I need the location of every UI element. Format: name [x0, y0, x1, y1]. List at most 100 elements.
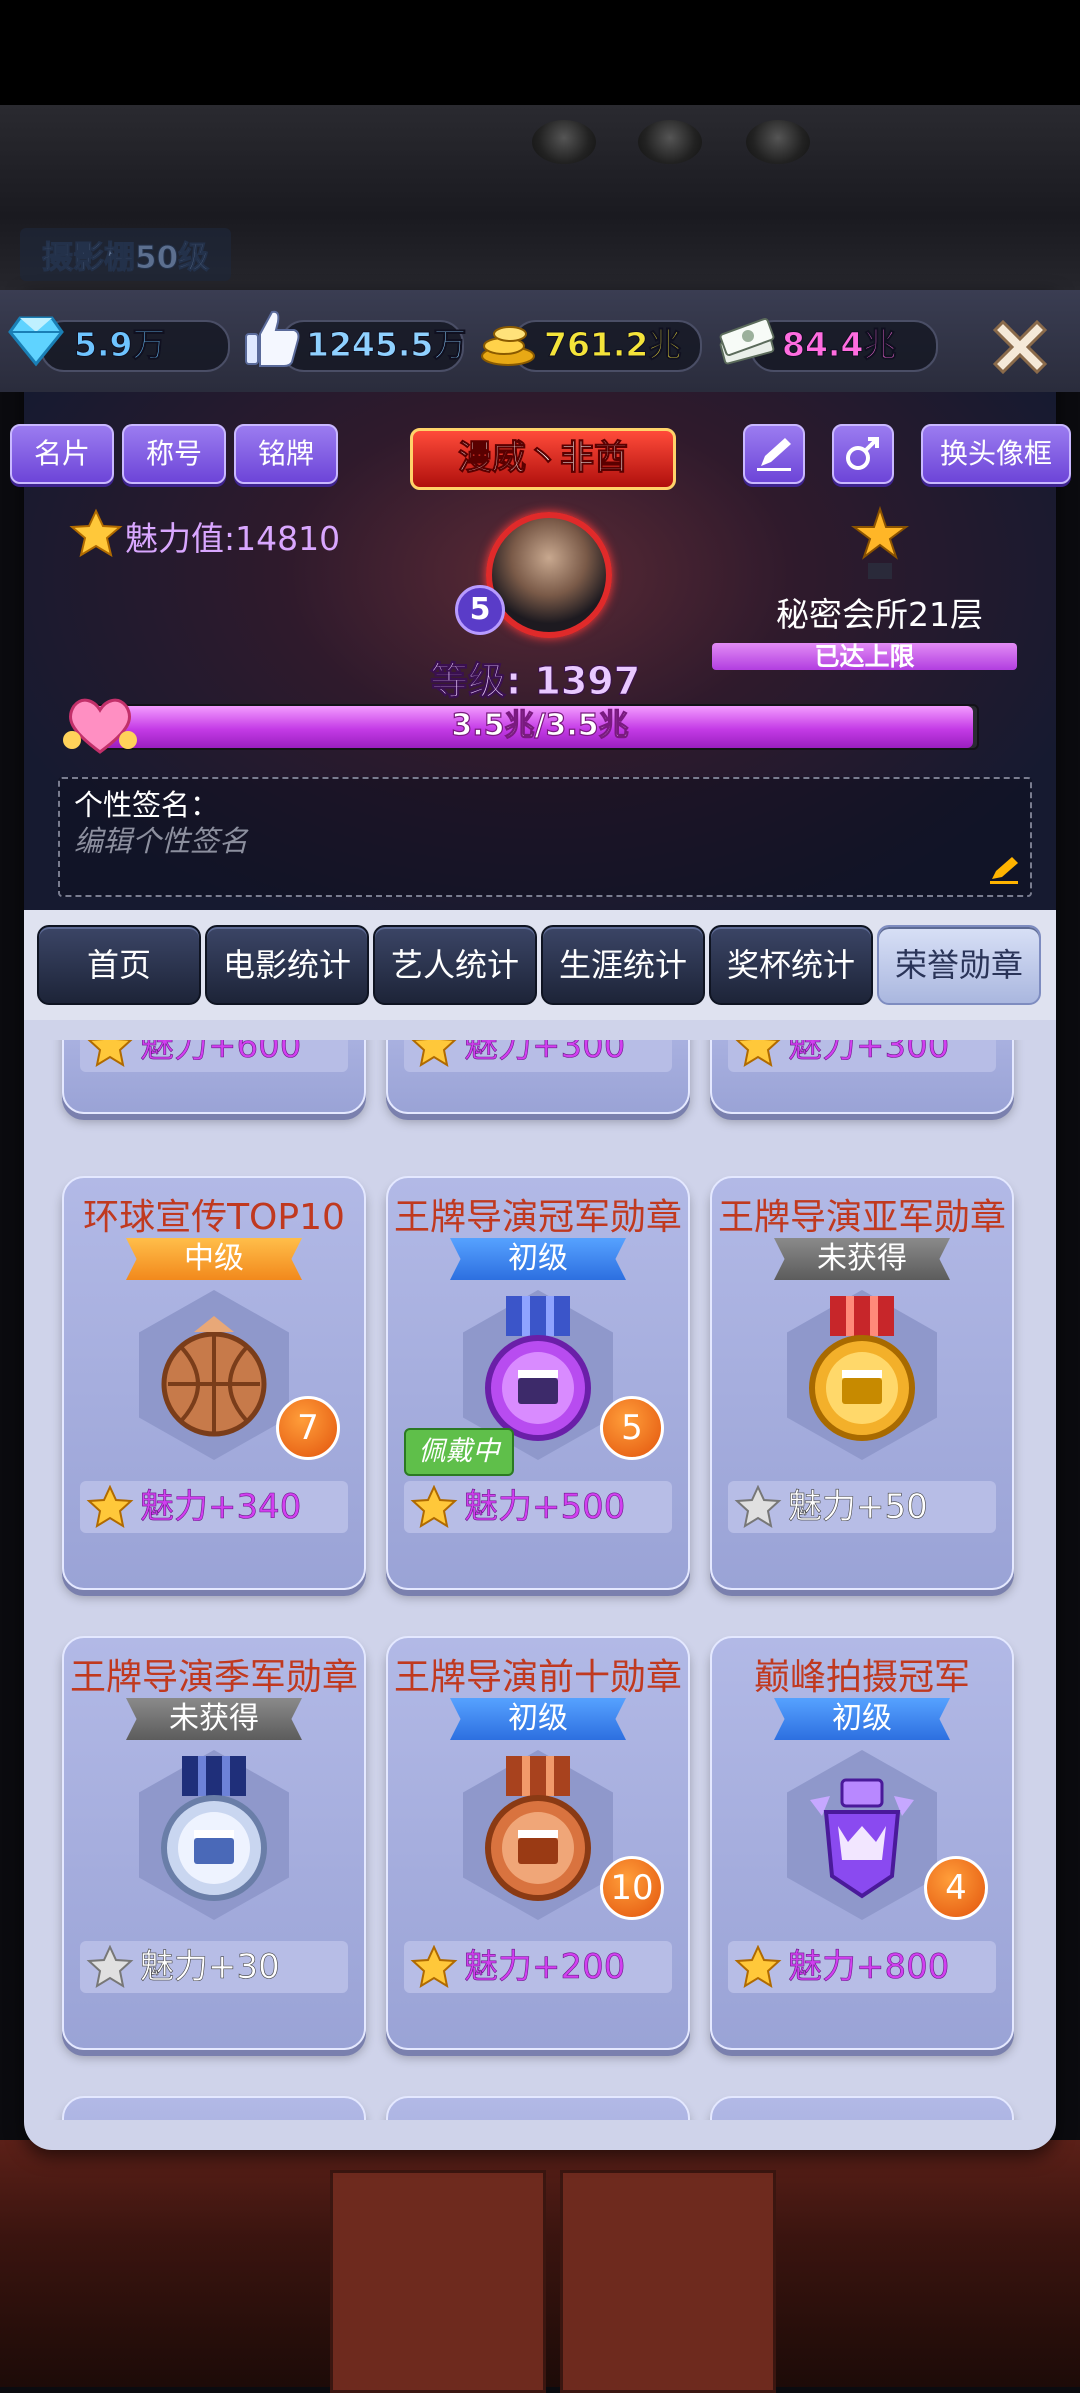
gender-icon — [846, 437, 879, 470]
thumbs-up-icon — [245, 310, 300, 367]
medal-count-badge: 7 — [276, 1396, 340, 1460]
gold-amount: 761.2兆 — [543, 325, 682, 365]
charm-row: 魅力+340 — [80, 1481, 348, 1533]
gold-clapper-medal-icon — [809, 1296, 915, 1441]
medal-title: 王牌导演季军勋章 — [69, 1657, 358, 1698]
close-icon[interactable] — [985, 312, 1055, 382]
charm-star-icon — [69, 508, 123, 558]
medal-card-partial[interactable] — [710, 2096, 1014, 2120]
medal-grade-ribbon: 未获得 — [126, 1698, 302, 1740]
pen-icon — [757, 438, 791, 471]
charm-row: 魅力+500 — [404, 1481, 672, 1533]
silver-clapper-medal-icon — [161, 1756, 267, 1901]
medal-card-partial[interactable]: 魅力+300 — [386, 1040, 690, 1114]
medal-card-partial[interactable]: 魅力+300 — [710, 1040, 1014, 1114]
cash-amount: 84.4兆 — [781, 325, 897, 365]
trophy-icon — [851, 505, 909, 579]
tab-movie-stats[interactable]: 电影统计 — [205, 925, 369, 1005]
charm-star-icon — [735, 1040, 781, 1068]
status-bar-area — [0, 0, 1080, 105]
medal-count-badge: 5 — [600, 1396, 664, 1460]
diamond-icon — [8, 316, 64, 367]
tab-home[interactable]: 首页 — [37, 925, 201, 1005]
medal-title: 王牌导演冠军勋章 — [393, 1197, 682, 1238]
gender-button[interactable] — [832, 424, 894, 484]
player-avatar[interactable] — [486, 512, 612, 638]
charm-star-icon — [411, 1040, 457, 1068]
charm-value: 魅力+200 — [464, 1947, 626, 1988]
player-name-banner: 漫威丶非酋 — [410, 428, 676, 490]
medal-card-partial[interactable]: 魅力+600 — [62, 1040, 366, 1114]
charm-star-icon — [410, 1485, 458, 1529]
charm-row: 魅力+30 — [80, 1941, 348, 1993]
ceiling-lamp-icon — [638, 120, 702, 164]
ceiling-lamp-icon — [532, 120, 596, 164]
charm-row: 魅力+300 — [728, 1040, 996, 1072]
medal-card-partial[interactable] — [386, 2096, 690, 2120]
purple-crown-medal-icon — [810, 1778, 914, 1899]
charm-star-icon — [87, 1040, 133, 1068]
medal-grade-ribbon: 初级 — [450, 1238, 626, 1280]
medal-grade-ribbon: 初级 — [774, 1698, 950, 1740]
charm-value: 魅力+500 — [464, 1487, 626, 1528]
exp-current: 3.5兆 — [451, 707, 535, 743]
charm-value: 魅力+30 — [140, 1947, 280, 1988]
medal-card-partial[interactable] — [62, 2096, 366, 2120]
charm-row: 魅力+50 — [728, 1481, 996, 1533]
charm-value: 魅力+300 — [464, 1040, 626, 1066]
likes-amount: 1245.5万 — [305, 325, 467, 365]
medal-title: 环球宣传TOP10 — [83, 1197, 345, 1238]
tab-trophy-stats[interactable]: 奖杯统计 — [709, 925, 873, 1005]
studio-level-label: 摄影棚50级 — [20, 228, 232, 281]
tab-artist-stats[interactable]: 艺人统计 — [373, 925, 537, 1005]
medal-count-badge: 10 — [600, 1856, 664, 1920]
charm-star-icon — [734, 1945, 782, 1989]
charm-row: 魅力+300 — [404, 1040, 672, 1072]
charm-value: 魅力+800 — [788, 1947, 950, 1988]
nameplate-button[interactable]: 铭牌 — [234, 424, 338, 484]
charm-star-icon — [86, 1485, 134, 1529]
bronze-basketball-medal-icon — [161, 1316, 267, 1437]
charm-value: 魅力+50 — [788, 1487, 928, 1528]
business-card-button[interactable]: 名片 — [10, 424, 114, 484]
club-progress-bar: 已达上限 — [712, 643, 1017, 670]
medal-card[interactable]: 巅峰拍摄冠军 初级 4 魅力+800 — [710, 1636, 1014, 2050]
medal-card[interactable]: 王牌导演前十勋章 初级 10 魅力+200 — [386, 1636, 690, 2050]
club-floor-label: 秘密会所21层 — [776, 595, 983, 634]
medal-grade-ribbon: 未获得 — [774, 1238, 950, 1280]
medal-grade-ribbon: 初级 — [450, 1698, 626, 1740]
charm-row: 魅力+200 — [404, 1941, 672, 1993]
bronze-clapper-medal-icon — [485, 1756, 591, 1901]
vip-level-badge: 5 — [455, 585, 505, 635]
door-decoration — [560, 2170, 776, 2393]
exp-max: 3.5兆 — [545, 707, 629, 743]
charm-value: 魅力+340 — [140, 1487, 302, 1528]
charm-value: 魅力+600 — [140, 1040, 302, 1066]
medal-grade-ribbon: 中级 — [126, 1238, 302, 1280]
door-decoration — [330, 2170, 546, 2393]
medal-card[interactable]: 王牌导演冠军勋章 初级 5 佩戴中 魅力+500 — [386, 1176, 690, 1590]
change-avatar-frame-button[interactable]: 换头像框 — [921, 424, 1071, 484]
rename-button[interactable] — [743, 424, 805, 484]
diamond-amount: 5.9万 — [73, 325, 166, 365]
edit-pen-icon[interactable] — [988, 855, 1020, 885]
medal-count-badge: 4 — [924, 1856, 988, 1920]
ceiling-lamp-icon — [746, 120, 810, 164]
charm-row: 魅力+800 — [728, 1941, 996, 1993]
gold-coins-icon — [481, 326, 535, 366]
tab-honor-medals[interactable]: 荣誉勋章 — [877, 925, 1041, 1005]
charm-value-label: 魅力值:14810 — [125, 519, 341, 558]
medal-card[interactable]: 王牌导演亚军勋章 未获得 魅力+50 — [710, 1176, 1014, 1590]
charm-star-gray-icon — [734, 1485, 782, 1529]
charm-star-gray-icon — [86, 1945, 134, 1989]
medal-card[interactable]: 环球宣传TOP10 中级 7 魅力+340 — [62, 1176, 366, 1590]
player-level: 等级: 1397 — [429, 659, 641, 704]
title-button[interactable]: 称号 — [122, 424, 226, 484]
signature-placeholder[interactable]: 编辑个性签名 — [74, 818, 248, 860]
wearing-badge: 佩戴中 — [404, 1428, 514, 1476]
tab-career-stats[interactable]: 生涯统计 — [541, 925, 705, 1005]
medal-title: 王牌导演亚军勋章 — [717, 1197, 1006, 1238]
medal-title: 巅峰拍摄冠军 — [753, 1657, 970, 1698]
charm-row: 魅力+600 — [80, 1040, 348, 1072]
medal-card[interactable]: 王牌导演季军勋章 未获得 魅力+30 — [62, 1636, 366, 2050]
